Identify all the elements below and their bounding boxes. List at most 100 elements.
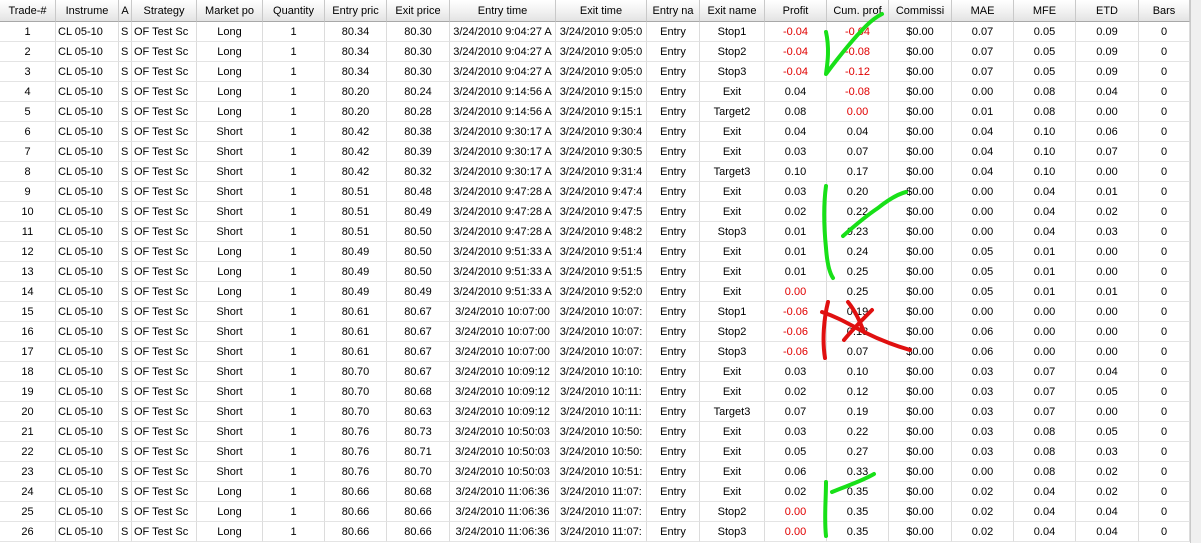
cell-exit-price: 80.67 [387, 302, 450, 322]
cell-etd: 0.00 [1076, 322, 1139, 342]
column-header-account[interactable]: A [119, 0, 132, 22]
cell-exit-time: 3/24/2010 9:05:0 [556, 62, 647, 82]
cell-exit-time: 3/24/2010 11:07: [556, 482, 647, 502]
cell-market-position: Short [197, 342, 263, 362]
cell-commission: $0.00 [889, 342, 952, 362]
cell-account: S [119, 322, 132, 342]
table-row[interactable]: 22 CL 05-10 S OF Test Sc Short 1 80.76 80.71 3/2… [0, 442, 1201, 462]
table-row[interactable]: 10 CL 05-10 S OF Test Sc Short 1 80.51 80.49 3/2… [0, 202, 1201, 222]
cell-instrument: CL 05-10 [56, 102, 119, 122]
table-row[interactable]: 6 CL 05-10 S OF Test Sc Short 1 80.42 80.38 3/24… [0, 122, 1201, 142]
column-header-strategy[interactable]: Strategy [132, 0, 197, 22]
cell-bars: 0 [1139, 362, 1190, 382]
column-header-trade-number[interactable]: Trade-# [0, 0, 56, 22]
cell-instrument: CL 05-10 [56, 342, 119, 362]
cell-trade-number: 2 [0, 42, 56, 62]
table-row[interactable]: 19 CL 05-10 S OF Test Sc Short 1 80.70 80.68 3/2… [0, 382, 1201, 402]
table-row[interactable]: 15 CL 05-10 S OF Test Sc Short 1 80.61 80.67 3/2… [0, 302, 1201, 322]
cell-entry-time: 3/24/2010 11:06:36 [450, 482, 556, 502]
table-row[interactable]: 26 CL 05-10 S OF Test Sc Long 1 80.66 80.66 3/24… [0, 522, 1201, 542]
cell-mfe: 0.07 [1014, 402, 1076, 422]
cell-instrument: CL 05-10 [56, 122, 119, 142]
table-row[interactable]: 7 CL 05-10 S OF Test Sc Short 1 80.42 80.39 3/24… [0, 142, 1201, 162]
cell-commission: $0.00 [889, 22, 952, 42]
cell-quantity: 1 [263, 222, 325, 242]
cell-entry-price: 80.42 [325, 122, 387, 142]
cell-strategy: OF Test Sc [132, 202, 197, 222]
cell-account: S [119, 482, 132, 502]
column-header-instrument[interactable]: Instrume [56, 0, 119, 22]
cell-exit-price: 80.39 [387, 142, 450, 162]
column-header-mfe[interactable]: MFE [1014, 0, 1076, 22]
cell-trade-number: 5 [0, 102, 56, 122]
cell-trade-number: 9 [0, 182, 56, 202]
cell-strategy: OF Test Sc [132, 402, 197, 422]
cell-entry-name: Entry [647, 222, 700, 242]
cell-market-position: Long [197, 522, 263, 542]
cell-instrument: CL 05-10 [56, 182, 119, 202]
cell-strategy: OF Test Sc [132, 82, 197, 102]
table-row[interactable]: 24 CL 05-10 S OF Test Sc Long 1 80.66 80.68 3/24… [0, 482, 1201, 502]
cell-exit-price: 80.49 [387, 282, 450, 302]
cell-etd: 0.03 [1076, 442, 1139, 462]
cell-exit-price: 80.68 [387, 382, 450, 402]
table-row[interactable]: 4 CL 05-10 S OF Test Sc Long 1 80.20 80.24 3/24/… [0, 82, 1201, 102]
column-header-mae[interactable]: MAE [952, 0, 1014, 22]
column-header-bars[interactable]: Bars [1139, 0, 1190, 22]
column-header-exit-price[interactable]: Exit price [387, 0, 450, 22]
table-row[interactable]: 5 CL 05-10 S OF Test Sc Long 1 80.20 80.28 3/24/… [0, 102, 1201, 122]
cell-exit-price: 80.71 [387, 442, 450, 462]
table-row[interactable]: 18 CL 05-10 S OF Test Sc Short 1 80.70 80.67 3/2… [0, 362, 1201, 382]
column-header-entry-price[interactable]: Entry pric [325, 0, 387, 22]
table-row[interactable]: 25 CL 05-10 S OF Test Sc Long 1 80.66 80.66 3/24… [0, 502, 1201, 522]
cell-account: S [119, 102, 132, 122]
cell-strategy: OF Test Sc [132, 302, 197, 322]
cell-mae: 0.07 [952, 22, 1014, 42]
table-row[interactable]: 16 CL 05-10 S OF Test Sc Short 1 80.61 80.67 3/2… [0, 322, 1201, 342]
cell-commission: $0.00 [889, 462, 952, 482]
cell-commission: $0.00 [889, 382, 952, 402]
column-header-profit[interactable]: Profit [765, 0, 827, 22]
cell-etd: 0.02 [1076, 202, 1139, 222]
cell-instrument: CL 05-10 [56, 222, 119, 242]
cell-quantity: 1 [263, 82, 325, 102]
table-row[interactable]: 21 CL 05-10 S OF Test Sc Short 1 80.76 80.73 3/2… [0, 422, 1201, 442]
column-header-market-position[interactable]: Market po [197, 0, 263, 22]
table-row[interactable]: 12 CL 05-10 S OF Test Sc Long 1 80.49 80.50 3/24… [0, 242, 1201, 262]
cell-mae: 0.04 [952, 162, 1014, 182]
cell-cumulative-profit: 0.04 [827, 122, 889, 142]
cell-instrument: CL 05-10 [56, 362, 119, 382]
column-header-exit-time[interactable]: Exit time [556, 0, 647, 22]
column-header-entry-time[interactable]: Entry time [450, 0, 556, 22]
cell-account: S [119, 162, 132, 182]
table-row[interactable]: 13 CL 05-10 S OF Test Sc Long 1 80.49 80.50 3/24… [0, 262, 1201, 282]
column-header-commission[interactable]: Commissi [889, 0, 952, 22]
table-row[interactable]: 2 CL 05-10 S OF Test Sc Long 1 80.34 80.30 3/24/… [0, 42, 1201, 62]
table-row[interactable]: 14 CL 05-10 S OF Test Sc Long 1 80.49 80.49 3/24… [0, 282, 1201, 302]
cell-etd: 0.04 [1076, 502, 1139, 522]
column-header-entry-name[interactable]: Entry na [647, 0, 700, 22]
table-row[interactable]: 17 CL 05-10 S OF Test Sc Short 1 80.61 80.67 3/2… [0, 342, 1201, 362]
cell-exit-time: 3/24/2010 9:47:4 [556, 182, 647, 202]
column-header-quantity[interactable]: Quantity [263, 0, 325, 22]
table-row[interactable]: 1 CL 05-10 S OF Test Sc Long 1 80.34 80.30 3/24/… [0, 22, 1201, 42]
cell-mae: 0.04 [952, 122, 1014, 142]
table-row[interactable]: 9 CL 05-10 S OF Test Sc Short 1 80.51 80.48 3/24… [0, 182, 1201, 202]
cell-bars: 0 [1139, 342, 1190, 362]
cell-account: S [119, 62, 132, 82]
table-row[interactable]: 23 CL 05-10 S OF Test Sc Short 1 80.76 80.70 3/2… [0, 462, 1201, 482]
cell-entry-price: 80.76 [325, 442, 387, 462]
cell-quantity: 1 [263, 202, 325, 222]
table-row[interactable]: 3 CL 05-10 S OF Test Sc Long 1 80.34 80.30 3/24/… [0, 62, 1201, 82]
table-row[interactable]: 11 CL 05-10 S OF Test Sc Short 1 80.51 80.50 3/2… [0, 222, 1201, 242]
cell-market-position: Short [197, 382, 263, 402]
column-header-exit-name[interactable]: Exit name [700, 0, 765, 22]
cell-bars: 0 [1139, 402, 1190, 422]
column-header-etd[interactable]: ETD [1076, 0, 1139, 22]
column-header-cumulative-profit[interactable]: Cum. prof [827, 0, 889, 22]
table-row[interactable]: 20 CL 05-10 S OF Test Sc Short 1 80.70 80.63 3/2… [0, 402, 1201, 422]
cell-bars: 0 [1139, 442, 1190, 462]
cell-account: S [119, 422, 132, 442]
table-row[interactable]: 8 CL 05-10 S OF Test Sc Short 1 80.42 80.32 3/24… [0, 162, 1201, 182]
cell-profit: 0.00 [765, 522, 827, 542]
